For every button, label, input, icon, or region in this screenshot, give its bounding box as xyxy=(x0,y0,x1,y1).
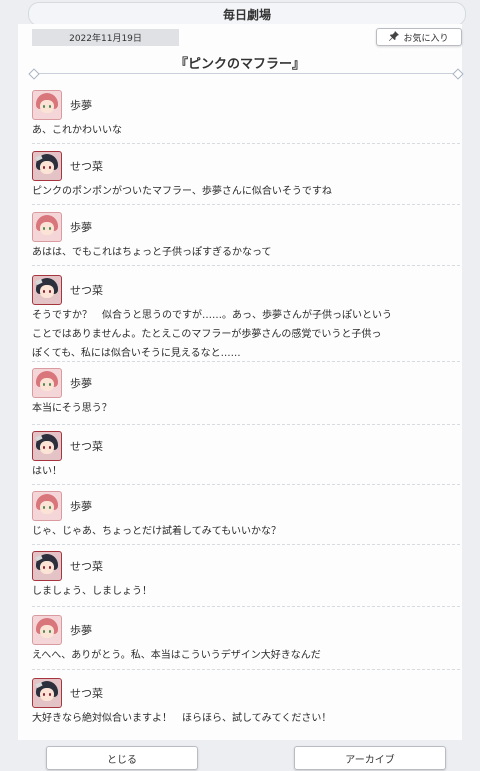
entry-separator xyxy=(32,143,460,144)
dialogue-line: あはは、でもこれはちょっと子供っぽすぎるかなって xyxy=(32,247,272,258)
avatar-setsuna xyxy=(32,551,62,581)
speaker-name: 歩夢 xyxy=(70,377,92,390)
speaker-row: せつ菜 xyxy=(32,551,460,581)
dialogue-line: えへへ、ありがとう。私、本当はこういうデザイン大好きなんだ xyxy=(32,650,321,661)
date-text: 2022年11月19日 xyxy=(69,34,142,44)
dialogue-entry: 歩夢あ、これかわいいな xyxy=(32,90,460,139)
archive-button[interactable]: アーカイブ xyxy=(294,746,446,770)
dialogue-entry: 歩夢じゃ、じゃあ、ちょっとだけ試着してみてもいいかな？ xyxy=(32,491,460,540)
speaker-row: 歩夢 xyxy=(32,491,460,521)
speaker-row: せつ菜 xyxy=(32,275,460,305)
date-label: 2022年11月19日 xyxy=(32,29,179,46)
avatar-ayumu xyxy=(32,491,62,521)
entry-separator xyxy=(32,606,460,607)
avatar-setsuna xyxy=(32,275,62,305)
close-button[interactable]: とじる xyxy=(46,746,198,770)
speaker-row: せつ菜 xyxy=(32,678,460,708)
dialogue-entry: 歩夢あはは、でもこれはちょっと子供っぽすぎるかなって xyxy=(32,212,460,261)
dialogue-line: ピンクのポンポンがついたマフラー、歩夢さんに似合いそうですね xyxy=(32,186,332,197)
avatar-ayumu xyxy=(32,212,62,242)
speaker-name: せつ菜 xyxy=(70,160,103,173)
speaker-name: せつ菜 xyxy=(70,284,103,297)
close-button-label: とじる xyxy=(107,754,137,766)
pin-icon xyxy=(389,30,400,44)
speaker-name: せつ菜 xyxy=(70,440,103,453)
entry-separator xyxy=(32,204,460,205)
avatar-ayumu xyxy=(32,615,62,645)
avatar-ayumu xyxy=(32,368,62,398)
dialogue-line: ぽくても、私には似合いそうに見えるなと…… xyxy=(32,348,241,359)
avatar-setsuna xyxy=(32,431,62,461)
dialogue-line: 本当にそう思う？ xyxy=(32,403,112,414)
speaker-row: せつ菜 xyxy=(32,431,460,461)
speaker-row: せつ菜 xyxy=(32,151,460,181)
entry-separator xyxy=(32,265,460,266)
dialogue-entry: 歩夢えへへ、ありがとう。私、本当はこういうデザイン大好きなんだ xyxy=(32,615,460,664)
dialogue-line: じゃ、じゃあ、ちょっとだけ試着してみてもいいかな？ xyxy=(32,526,281,537)
speaker-name: 歩夢 xyxy=(70,500,92,513)
favorite-button[interactable]: お気に入り xyxy=(376,28,462,46)
dialogue-line: しましょう、しましょう！ xyxy=(32,586,152,597)
dialogue-line: ことではありませんよ。たとえこのマフラーが歩夢さんの感覚でいうと子供っ xyxy=(32,329,382,340)
dialogue-line: あ、これかわいいな xyxy=(32,125,122,136)
entry-separator xyxy=(32,361,460,362)
speaker-name: 歩夢 xyxy=(70,221,92,234)
speaker-row: 歩夢 xyxy=(32,90,460,120)
entry-separator xyxy=(32,424,460,425)
header-title: 毎日劇場 xyxy=(222,7,271,22)
archive-button-label: アーカイブ xyxy=(345,754,395,766)
dialogue-entry: 歩夢本当にそう思う？ xyxy=(32,368,460,417)
entry-separator xyxy=(32,669,460,670)
dialogue-line: 大好きなら絶対似合いますよ！ ほらほら、試してみてください！ xyxy=(32,713,332,724)
dialogue-line: そうですか？ 似合うと思うのですが……。あっ、歩夢さんが子供っぽいという xyxy=(32,310,392,321)
avatar-setsuna xyxy=(32,151,62,181)
title-divider xyxy=(32,73,460,74)
avatar-setsuna xyxy=(32,678,62,708)
dialogue-entry: せつ菜はい！ xyxy=(32,431,460,480)
dialogue-entry: せつ菜そうですか？ 似合うと思うのですが……。あっ、歩夢さんが子供っぽいというこ… xyxy=(32,275,460,362)
speaker-row: 歩夢 xyxy=(32,212,460,242)
speaker-name: せつ菜 xyxy=(70,687,103,700)
entry-separator xyxy=(32,544,460,545)
speaker-name: 歩夢 xyxy=(70,99,92,112)
speaker-name: 歩夢 xyxy=(70,624,92,637)
speaker-row: 歩夢 xyxy=(32,368,460,398)
favorite-label: お気に入り xyxy=(403,33,449,44)
dialogue-entry: せつ菜ピンクのポンポンがついたマフラー、歩夢さんに似合いそうですね xyxy=(32,151,460,200)
story-title: 『ピンクのマフラー』 xyxy=(174,57,305,72)
dialogue-line: はい！ xyxy=(32,466,62,477)
speaker-row: 歩夢 xyxy=(32,615,460,645)
dialogue-entry: せつ菜大好きなら絶対似合いますよ！ ほらほら、試してみてください！ xyxy=(32,678,460,727)
avatar-ayumu xyxy=(32,90,62,120)
speaker-name: せつ菜 xyxy=(70,560,103,573)
story-panel: 2022年11月19日 お気に入り 『ピンクのマフラー』 歩夢 あ、これかわいいな… xyxy=(18,24,464,740)
entry-separator xyxy=(32,484,460,485)
dialogue-entry: せつ菜しましょう、しましょう！ xyxy=(32,551,460,600)
header-bar: 毎日劇場 xyxy=(28,2,466,26)
